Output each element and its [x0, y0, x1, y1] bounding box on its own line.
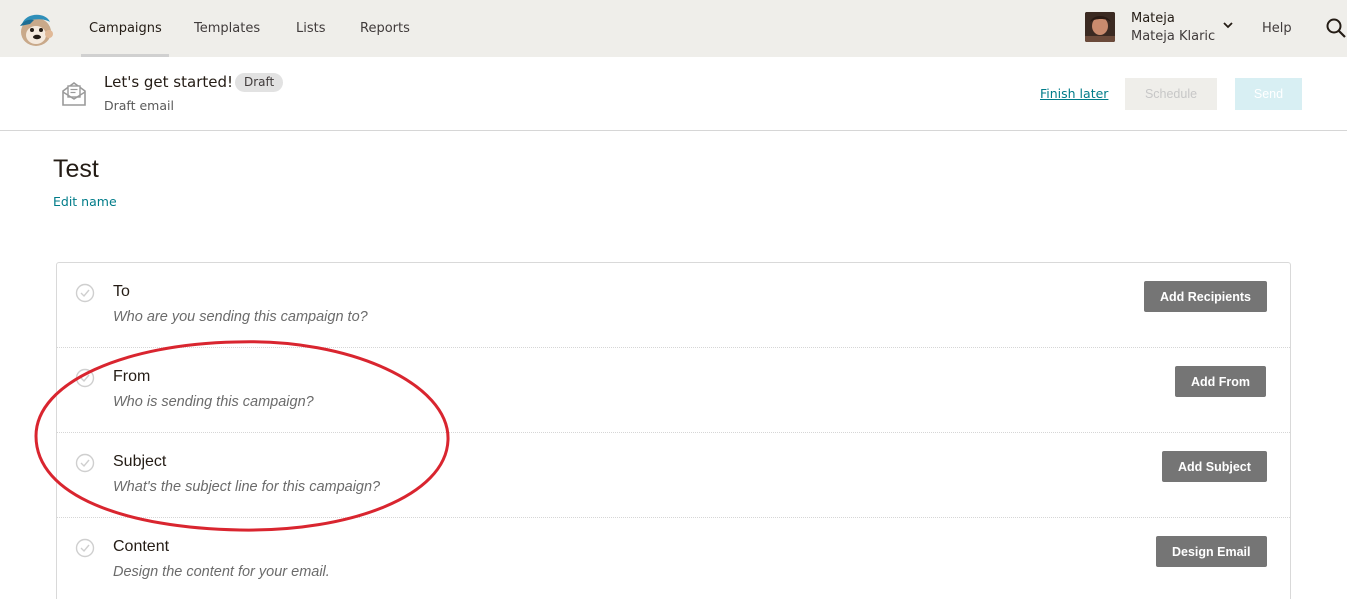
nav-templates[interactable]: Templates — [194, 0, 260, 57]
send-button[interactable]: Send — [1235, 78, 1302, 110]
chevron-down-icon[interactable] — [1221, 18, 1235, 32]
checklist-hint: Design the content for your email. — [113, 564, 330, 580]
email-draft-icon — [62, 82, 86, 106]
check-circle-icon — [75, 538, 95, 558]
campaign-checklist: To Who are you sending this campaign to?… — [56, 262, 1291, 599]
check-circle-icon — [75, 368, 95, 388]
campaign-header-bar: Let's get started! Draft Draft email Fin… — [0, 57, 1347, 131]
add-from-button[interactable]: Add From — [1175, 366, 1267, 397]
search-icon[interactable] — [1325, 17, 1347, 39]
checklist-label: Subject — [113, 453, 167, 470]
checklist-item-content: Content Design the content for your emai… — [57, 518, 1290, 599]
user-photo — [1085, 12, 1115, 42]
checklist-item-from: From Who is sending this campaign? Add F… — [57, 348, 1290, 433]
checklist-hint: Who are you sending this campaign to? — [113, 309, 368, 325]
check-circle-icon — [75, 453, 95, 473]
mailchimp-logo[interactable] — [16, 10, 54, 48]
page-title: Test — [53, 155, 99, 183]
help-link[interactable]: Help — [1262, 0, 1292, 57]
checklist-label: To — [113, 283, 130, 300]
top-navigation: Campaigns Templates Lists Reports Mateja… — [0, 0, 1347, 57]
avatar[interactable] — [1085, 12, 1115, 42]
edit-name-link[interactable]: Edit name — [53, 194, 117, 209]
nav-campaigns[interactable]: Campaigns — [81, 0, 169, 57]
checklist-item-to: To Who are you sending this campaign to?… — [57, 263, 1290, 348]
checklist-hint: Who is sending this campaign? — [113, 394, 314, 410]
user-full-name[interactable]: Mateja Klaric — [1131, 29, 1215, 44]
nav-reports[interactable]: Reports — [360, 0, 410, 57]
add-recipients-button[interactable]: Add Recipients — [1144, 281, 1267, 312]
schedule-button[interactable]: Schedule — [1125, 78, 1217, 110]
checklist-item-subject: Subject What's the subject line for this… — [57, 433, 1290, 518]
checklist-label: Content — [113, 538, 170, 555]
campaign-bar-title: Let's get started! — [104, 73, 234, 91]
nav-lists[interactable]: Lists — [296, 0, 326, 57]
checklist-label: From — [113, 368, 151, 385]
user-name[interactable]: Mateja — [1131, 11, 1175, 26]
finish-later-link[interactable]: Finish later — [1040, 86, 1108, 101]
add-subject-button[interactable]: Add Subject — [1162, 451, 1267, 482]
checklist-hint: What's the subject line for this campaig… — [113, 479, 381, 495]
design-email-button[interactable]: Design Email — [1156, 536, 1267, 567]
check-circle-icon — [75, 283, 95, 303]
campaign-bar-subtitle: Draft email — [104, 98, 174, 113]
status-badge: Draft — [235, 73, 284, 92]
